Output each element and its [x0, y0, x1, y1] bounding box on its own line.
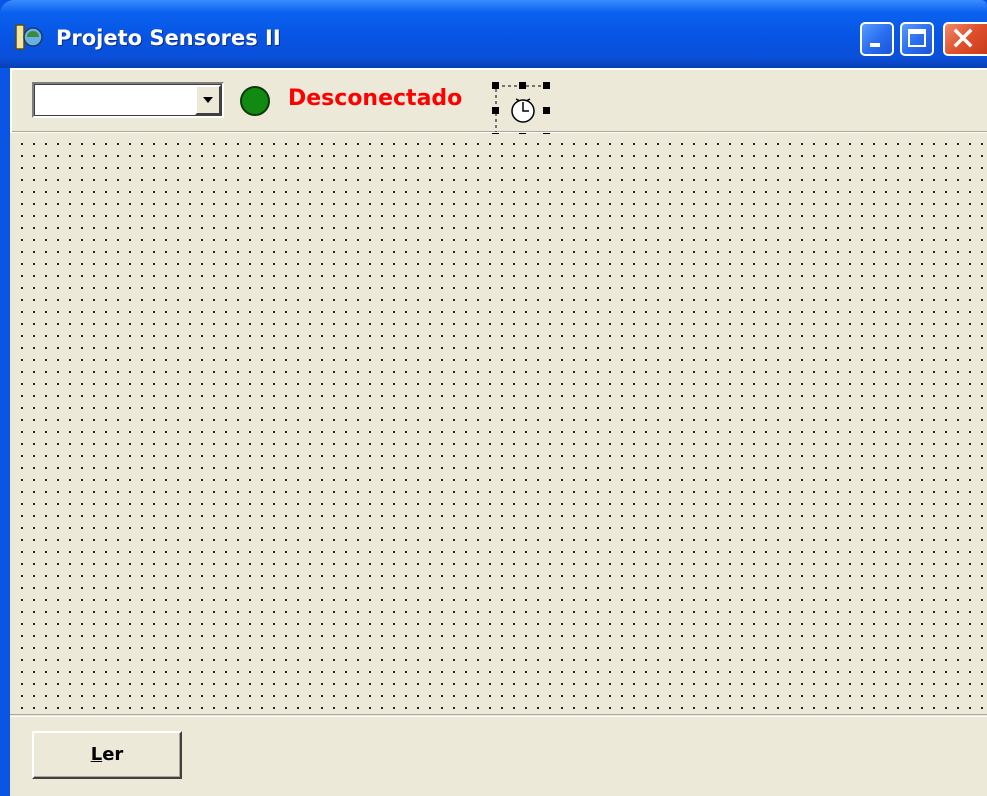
read-button-accelerator: L	[90, 744, 103, 765]
window-title: Projeto Sensores II	[56, 26, 281, 50]
title-bar[interactable]: Projeto Sensores II	[0, 0, 987, 68]
bottom-panel-highlight	[10, 716, 987, 717]
port-select[interactable]	[32, 82, 224, 118]
minimize-button[interactable]	[860, 22, 894, 56]
window-frame-left	[0, 68, 10, 796]
app-icon	[15, 24, 43, 50]
chevron-down-icon	[203, 97, 213, 103]
read-button[interactable]: Ler	[32, 731, 182, 779]
design-grid[interactable]	[12, 134, 987, 714]
connection-status: Desconectado	[288, 86, 463, 111]
panel-highlight	[10, 132, 987, 133]
connection-led	[240, 86, 270, 116]
panel-edge	[10, 70, 12, 132]
close-icon	[953, 28, 973, 48]
read-button-label: er	[102, 744, 124, 765]
minimize-icon	[870, 43, 880, 47]
maximize-button[interactable]	[900, 22, 934, 56]
close-button[interactable]	[943, 22, 987, 56]
maximize-icon	[908, 29, 926, 47]
top-panel: Desconectado	[10, 68, 987, 140]
clock-icon	[511, 98, 535, 123]
bottom-panel: Ler	[10, 714, 987, 796]
form-client-area: Desconectado Ler	[10, 68, 987, 796]
application-window: Projeto Sensores II Desconectado Ler	[0, 0, 987, 796]
port-select-dropdown-button[interactable]	[195, 85, 221, 115]
